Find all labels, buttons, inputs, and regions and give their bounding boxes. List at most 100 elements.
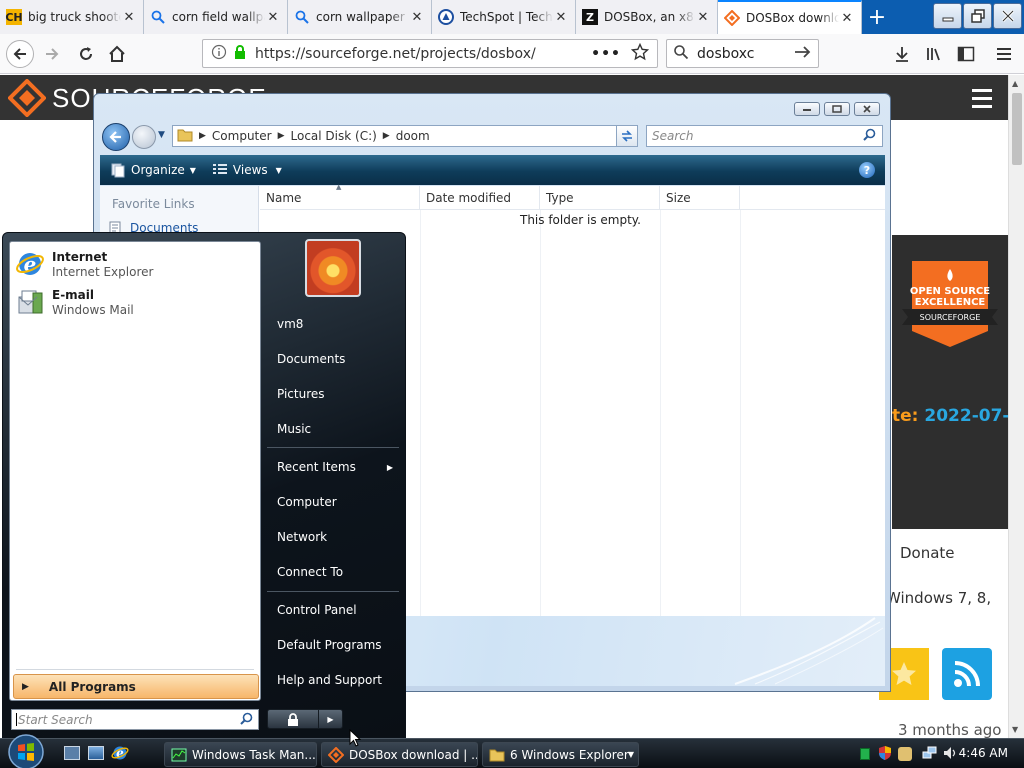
tab-techspot[interactable]: TechSpot | Technology ✕ — [432, 0, 576, 34]
tray-volume-icon[interactable] — [942, 745, 958, 764]
info-icon[interactable] — [211, 44, 227, 64]
start-item-computer[interactable]: Computer — [267, 487, 399, 517]
show-desktop-icon[interactable] — [64, 746, 80, 760]
search-icon[interactable] — [863, 128, 876, 144]
start-item-network[interactable]: Network — [267, 522, 399, 552]
history-dropdown-icon[interactable]: ▼ — [158, 130, 165, 140]
new-tab-button[interactable]: + — [862, 0, 892, 34]
search-bar[interactable]: dosboxc — [666, 39, 819, 68]
tray-network-icon[interactable] — [922, 745, 938, 764]
search-icon — [673, 44, 689, 64]
start-item-recent-items[interactable]: Recent Items ▶ — [267, 452, 399, 482]
start-item-connect-to[interactable]: Connect To — [267, 557, 399, 587]
breadcrumb-computer[interactable]: Computer — [212, 129, 272, 143]
explorer-back-button[interactable] — [102, 123, 130, 151]
downloads-icon[interactable] — [888, 40, 916, 68]
page-scrollbar[interactable]: ▲ ▼ — [1008, 75, 1024, 738]
taskbar-clock[interactable]: 4:46 AM — [959, 746, 1008, 760]
scroll-up-arrow[interactable]: ▲ — [1012, 79, 1018, 88]
explorer-address-bar[interactable]: ▶ Computer ▶ Local Disk (C:) ▶ doom ▼ — [172, 125, 637, 147]
last-update-date: te: 2022-07-14 — [892, 406, 1008, 426]
url-bar[interactable]: https://sourceforge.net/projects/dosbox/… — [202, 39, 658, 68]
start-item-help-support[interactable]: Help and Support — [267, 665, 399, 695]
taskbar-task-manager[interactable]: Windows Task Man... — [164, 742, 317, 767]
badge-line3: SOURCEFORGE — [920, 313, 981, 322]
start-search-input[interactable]: Start Search — [11, 709, 259, 730]
explorer-minimize-button[interactable] — [794, 102, 820, 116]
close-tab-icon[interactable]: ✕ — [121, 10, 137, 25]
search-go-icon[interactable] — [794, 44, 812, 64]
library-icon[interactable] — [920, 40, 948, 68]
restore-button[interactable] — [963, 3, 992, 29]
start-item-default-programs[interactable]: Default Programs — [267, 630, 399, 660]
reload-button[interactable] — [72, 40, 100, 68]
home-button[interactable] — [103, 40, 131, 68]
forward-button[interactable] — [38, 40, 66, 68]
sidebar-icon[interactable] — [952, 40, 980, 68]
breadcrumb-separator[interactable]: ▶ — [278, 131, 285, 141]
lock-icon[interactable] — [233, 44, 247, 64]
donate-link[interactable]: Donate — [900, 544, 955, 562]
page-actions-icon[interactable]: ••• — [591, 46, 621, 62]
taskbar-windows-explorer-group[interactable]: 6 Windows Explorer ▼ — [482, 742, 639, 767]
lock-button[interactable] — [267, 709, 319, 729]
column-divider — [420, 210, 421, 616]
tray-green-bar-icon[interactable] — [860, 748, 870, 760]
pinned-windows-mail[interactable]: E-mail Windows Mail — [14, 286, 256, 324]
taskbar-firefox[interactable]: DOSBox download | ... — [321, 742, 478, 767]
tab-corn-wallpaper[interactable]: corn wallpaper ✕ — [288, 0, 432, 34]
url-text[interactable]: https://sourceforge.net/projects/dosbox/ — [255, 46, 583, 62]
rss-button[interactable] — [942, 648, 992, 700]
breadcrumb-local-disk[interactable]: Local Disk (C:) — [291, 129, 377, 143]
scroll-thumb[interactable] — [1012, 93, 1022, 165]
tab-dosbox-emulator[interactable]: Z DOSBox, an x86 emulator ✕ — [576, 0, 718, 34]
tray-shield-icon[interactable] — [878, 745, 892, 764]
start-item-music[interactable]: Music — [267, 414, 399, 444]
start-button[interactable] — [4, 733, 48, 768]
close-tab-icon[interactable]: ✕ — [265, 10, 281, 25]
user-picture[interactable] — [305, 239, 361, 297]
organize-menu[interactable]: Organize ▼ — [110, 162, 196, 178]
column-type[interactable]: Type — [540, 186, 660, 210]
close-window-button[interactable] — [993, 3, 1022, 29]
search-field-value[interactable]: dosboxc — [697, 46, 794, 62]
tab-corn-field-wallpaper[interactable]: corn field wallpaper ✕ — [144, 0, 288, 34]
refresh-button[interactable] — [616, 125, 638, 147]
scroll-down-arrow[interactable]: ▼ — [1012, 725, 1018, 734]
start-item-pictures[interactable]: Pictures — [267, 379, 399, 409]
column-date-modified[interactable]: Date modified — [420, 186, 540, 210]
breadcrumb-separator[interactable]: ▶ — [199, 131, 206, 141]
column-size[interactable]: Size — [660, 186, 740, 210]
explorer-close-button[interactable] — [854, 102, 880, 116]
tab-big-truck-shooter[interactable]: CH big truck shooter ✕ — [0, 0, 144, 34]
tray-cat-icon[interactable] — [898, 747, 912, 761]
explorer-forward-button[interactable] — [132, 125, 156, 149]
bookmark-star-icon[interactable] — [630, 42, 650, 65]
breadcrumb-doom[interactable]: doom — [396, 129, 430, 143]
search-icon[interactable] — [240, 712, 253, 728]
close-tab-icon[interactable]: ✕ — [553, 10, 569, 25]
pinned-internet-explorer[interactable]: e Internet Internet Explorer — [14, 248, 256, 286]
back-button[interactable] — [6, 40, 34, 68]
explorer-toolbar: Organize ▼ Views ▼ ? — [100, 155, 885, 185]
start-item-user[interactable]: vm8 — [267, 309, 399, 339]
start-item-documents[interactable]: Documents — [267, 344, 399, 374]
hamburger-menu-icon[interactable] — [972, 89, 992, 113]
column-name[interactable]: Name ▲ — [260, 183, 420, 210]
close-tab-icon[interactable]: ✕ — [695, 10, 711, 25]
menu-icon[interactable] — [990, 40, 1018, 68]
explorer-maximize-button[interactable] — [824, 102, 850, 116]
close-tab-icon[interactable]: ✕ — [409, 10, 425, 25]
views-menu[interactable]: Views ▼ — [212, 163, 282, 177]
all-programs-button[interactable]: ▶ All Programs — [13, 674, 259, 699]
help-icon[interactable]: ? — [859, 162, 875, 178]
explorer-search-field[interactable]: Search — [646, 125, 883, 147]
tab-dosbox-download[interactable]: DOSBox download ✕ — [718, 0, 862, 34]
start-item-control-panel[interactable]: Control Panel — [267, 595, 399, 625]
quicklaunch-ie-icon[interactable]: e — [111, 744, 129, 765]
close-tab-icon[interactable]: ✕ — [839, 11, 855, 26]
switch-windows-icon[interactable] — [88, 746, 104, 760]
breadcrumb-separator[interactable]: ▶ — [383, 131, 390, 141]
minimize-button[interactable] — [933, 3, 962, 29]
shutdown-options-button[interactable]: ▶ — [319, 709, 343, 729]
